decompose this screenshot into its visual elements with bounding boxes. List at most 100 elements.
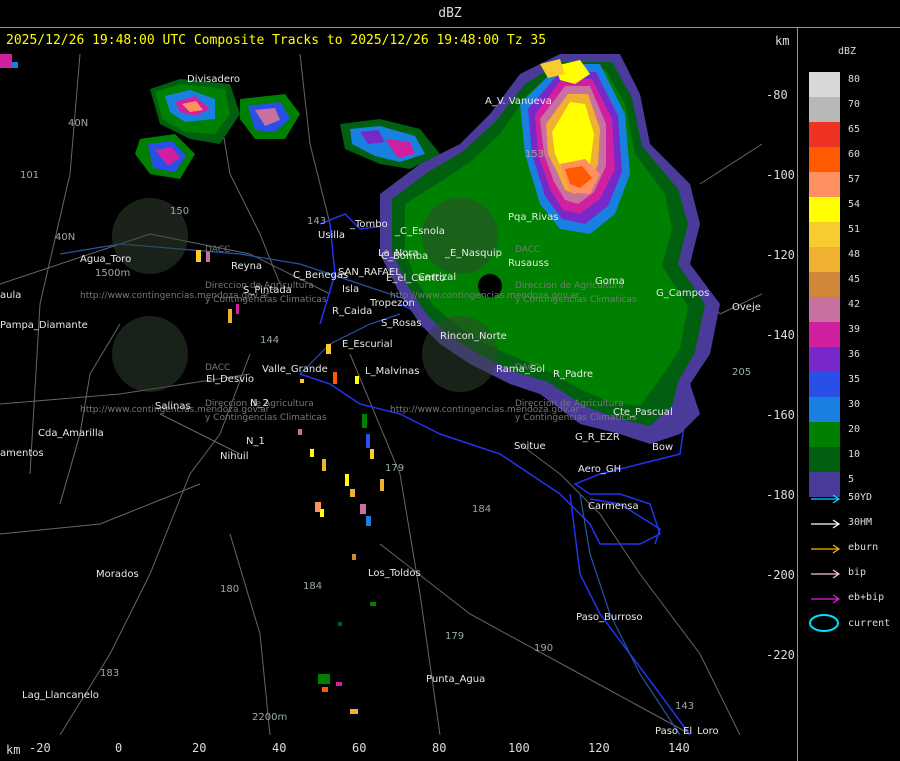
track-label: 30HM bbox=[848, 517, 873, 528]
place-label: aula bbox=[0, 290, 21, 301]
legend-swatch bbox=[809, 272, 840, 297]
track-label: 50YD bbox=[848, 492, 873, 503]
x-tick-label: 100 bbox=[508, 741, 530, 755]
radar-map[interactable]: DACC DACC DACC DACC Direccion de Agricul… bbox=[0, 54, 762, 735]
legend-swatch bbox=[809, 172, 840, 197]
watermark-brand: DACC bbox=[205, 363, 230, 373]
track-arrow-icon bbox=[811, 494, 841, 504]
track-arrow-icon bbox=[811, 594, 841, 604]
window-title: dBZ bbox=[0, 0, 900, 28]
y-tick-label: -100 bbox=[766, 168, 795, 182]
x-tick-label: 0 bbox=[115, 741, 123, 755]
composite-tracks-subtitle: 2025/12/26 19:48:00 UTC Composite Tracks… bbox=[6, 33, 547, 48]
place-label: Paso_El_Loro bbox=[655, 726, 719, 735]
svg-text:143: 143 bbox=[307, 216, 326, 227]
x-axis: km -20 0 20 40 60 80 100 120 140 bbox=[0, 740, 790, 761]
legend-swatch bbox=[809, 422, 840, 447]
current-ellipse-icon bbox=[809, 614, 839, 632]
place-label: R_Caida bbox=[332, 306, 372, 317]
svg-text:2200m: 2200m bbox=[252, 712, 287, 723]
place-label: R_Padre bbox=[553, 369, 593, 380]
x-tick-label: 60 bbox=[352, 741, 367, 755]
y-tick-label: -180 bbox=[766, 488, 795, 502]
place-label: Usilla bbox=[318, 230, 345, 241]
legend-swatch-label: 60 bbox=[848, 149, 861, 160]
place-label: Rusauss bbox=[508, 258, 549, 269]
place-label: _C_Esnola bbox=[394, 226, 445, 237]
legend-swatch bbox=[809, 347, 840, 372]
place-label: Carrizal bbox=[418, 272, 456, 283]
place-label: _E_Nasquip bbox=[444, 248, 502, 259]
watermark-url: http://www.contingencias.mendoza.gov.ar bbox=[390, 405, 580, 415]
legend-swatch-label: 70 bbox=[848, 99, 861, 110]
legend-swatch-label: 36 bbox=[848, 349, 861, 360]
svg-text:143: 143 bbox=[675, 701, 694, 712]
place-label: Reyna bbox=[231, 261, 262, 272]
legend-swatch bbox=[809, 247, 840, 272]
place-label: Pqa_Rivas bbox=[508, 212, 559, 223]
legend-swatch bbox=[809, 447, 840, 472]
track-label: eb+bip bbox=[848, 592, 885, 603]
watermark-url: http://www.contingencias.mendoza.gov.ar bbox=[80, 291, 270, 301]
watermark-brand: DACC bbox=[515, 245, 540, 255]
x-tick-label: 140 bbox=[668, 741, 690, 755]
legend-swatch-label: 35 bbox=[848, 374, 861, 385]
legend-swatch-label: 39 bbox=[848, 324, 861, 335]
place-label: Soitue bbox=[514, 441, 546, 452]
x-tick-label: 80 bbox=[432, 741, 447, 755]
svg-text:101: 101 bbox=[20, 170, 39, 181]
place-label: Aero_GH bbox=[578, 464, 621, 475]
x-tick-label: 40 bbox=[272, 741, 287, 755]
place-label: Oveje bbox=[732, 302, 761, 313]
place-label: Isla bbox=[342, 284, 359, 295]
place-label: Los_Toldos bbox=[368, 568, 421, 579]
legend-swatch-label: 54 bbox=[848, 199, 861, 210]
legend-swatch bbox=[809, 72, 840, 97]
track-arrow-icon bbox=[811, 519, 841, 529]
place-label: Punta_Agua bbox=[426, 674, 485, 685]
track-label: bip bbox=[848, 567, 867, 578]
svg-text:144: 144 bbox=[260, 335, 279, 346]
watermark-brand: DACC bbox=[205, 245, 230, 255]
track-arrow-icon bbox=[811, 569, 841, 579]
place-label: Nihuil bbox=[220, 451, 249, 462]
y-tick-label: -220 bbox=[766, 648, 795, 662]
y-tick-label: -200 bbox=[766, 568, 795, 582]
legend-swatch-label: 20 bbox=[848, 424, 861, 435]
legend-swatch bbox=[809, 222, 840, 247]
legend-swatch-label: 30 bbox=[848, 399, 861, 410]
svg-text:153: 153 bbox=[525, 149, 544, 160]
y-tick-label: -120 bbox=[766, 248, 795, 262]
legend-swatch bbox=[809, 122, 840, 147]
legend-swatch bbox=[809, 197, 840, 222]
legend-swatch-label: 45 bbox=[848, 274, 861, 285]
place-label: G_Campos bbox=[656, 288, 709, 299]
place-label: N_1 bbox=[246, 436, 265, 447]
legend-swatch-label: 48 bbox=[848, 249, 861, 260]
place-label: Carmensa bbox=[588, 501, 639, 512]
legend-swatch-label: 10 bbox=[848, 449, 861, 460]
place-label: Cte_Pascual bbox=[613, 407, 673, 418]
place-label: _Tombo bbox=[349, 219, 388, 230]
place-label: Lag_Llancanelo bbox=[22, 690, 99, 701]
x-tick-label: -20 bbox=[29, 741, 51, 755]
svg-text:179: 179 bbox=[385, 463, 404, 474]
legend-swatch bbox=[809, 397, 840, 422]
place-label: Morados bbox=[96, 569, 139, 580]
legend-swatch-label: 57 bbox=[848, 174, 861, 185]
y-tick-label: -140 bbox=[766, 328, 795, 342]
svg-text:179: 179 bbox=[445, 631, 464, 642]
place-label: amentos bbox=[0, 448, 44, 459]
place-label: N_2 bbox=[250, 398, 269, 409]
km-unit-label: km bbox=[775, 34, 790, 48]
legend-swatch bbox=[809, 297, 840, 322]
place-label: Paso_Burroso bbox=[576, 612, 643, 623]
place-label: E_Escurial bbox=[342, 339, 392, 350]
legend-swatch bbox=[809, 372, 840, 397]
watermark-url: http://www.contingencias.mendoza.gov.ar bbox=[390, 291, 580, 301]
svg-text:184: 184 bbox=[472, 504, 491, 515]
place-label: Tropezon bbox=[369, 298, 415, 309]
place-label: L_Malvinas bbox=[365, 366, 419, 377]
svg-text:190: 190 bbox=[534, 643, 553, 654]
place-label: G_R_EZR bbox=[575, 432, 620, 443]
